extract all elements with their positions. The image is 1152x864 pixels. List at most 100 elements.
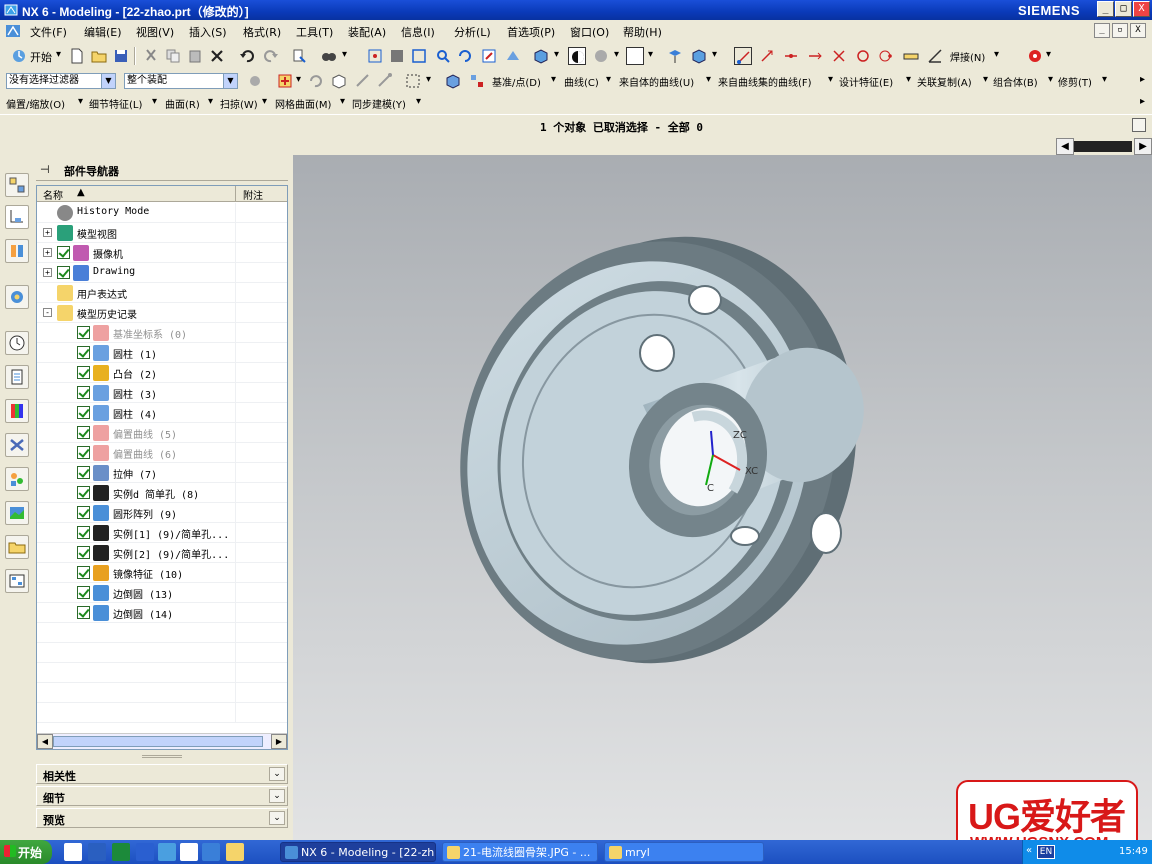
tree-node[interactable]: 偏置曲线 (6) [37,443,287,463]
nx-menu-icon[interactable] [4,23,22,39]
tree-node[interactable]: + 摄像机 [37,243,287,263]
snap-dropdown-icon[interactable]: ▾ [296,74,301,85]
tree-node[interactable]: - 模型历史记录 [37,303,287,323]
palette-icon[interactable] [5,399,29,423]
browser-quicklaunch-icon[interactable] [158,843,176,861]
menu-surface[interactable]: 曲面(R) [165,96,200,111]
menu-insert[interactable]: 插入(S) [189,24,227,40]
chevron-down-icon[interactable]: ▾ [78,96,83,107]
menu-view[interactable]: 视图(V) [136,24,174,40]
tree-node[interactable]: 圆柱 (1) [37,343,287,363]
menu-information[interactable]: 信息(I) [401,24,435,40]
tree-node[interactable]: 凸台 (2) [37,363,287,383]
toolbar-scroller[interactable]: ◀ ▶ [1054,138,1152,155]
tree-node[interactable]: 边倒圆 (14) [37,603,287,623]
web-browser-icon[interactable] [5,285,29,309]
part-navigator-icon[interactable] [5,205,29,229]
menu-design-feature[interactable]: 设计特征(E) [839,74,893,89]
chevron-down-icon[interactable]: ⌄ [269,789,285,803]
menu-assemblies[interactable]: 装配(A) [348,24,386,40]
pan-icon[interactable] [480,47,498,65]
scroll-left-icon[interactable]: ◀ [37,734,53,749]
undo-select-icon[interactable] [306,72,324,90]
nx-quicklaunch-icon[interactable] [202,843,220,861]
expand-icon[interactable]: + [43,248,52,257]
save-icon[interactable] [112,47,130,65]
zoom-window-icon[interactable] [388,47,406,65]
close-button[interactable]: X [1133,1,1150,17]
menu-sweep[interactable]: 扫掠(W) [220,96,258,111]
pin-icon[interactable]: ⊣ [40,163,50,176]
tree-node[interactable]: 边倒圆 (13) [37,583,287,603]
chevron-down-icon[interactable]: ▾ [551,74,556,85]
menu-curve-from-body[interactable]: 来自体的曲线(U) [619,74,694,89]
word-quicklaunch-icon[interactable] [136,843,154,861]
graphics-window[interactable]: ZC XC C [293,155,1152,840]
rotate-icon[interactable] [456,47,474,65]
tree-node[interactable]: 镜像特征 (10) [37,563,287,583]
tree-node[interactable]: 圆形阵列 (9) [37,503,287,523]
weld-menu-button[interactable]: 焊接(N) [950,49,985,64]
flange-model[interactable] [407,187,911,712]
shade-dropdown-icon[interactable]: ▾ [614,49,619,60]
type-filter-select[interactable]: 没有选择过滤器 ▼ [6,73,116,89]
background-icon[interactable] [568,47,586,65]
dependencies-panel[interactable]: 相关性 ⌄ [36,764,288,784]
menu-edit[interactable]: 编辑(E) [84,24,122,40]
menu-preferences[interactable]: 首选项(P) [507,24,555,40]
fit-view-icon[interactable] [366,47,384,65]
menu-help[interactable]: 帮助(H) [623,24,662,40]
taskbar-task-folder[interactable]: mryl [604,842,764,862]
rendering-dropdown-icon[interactable]: ▾ [554,49,559,60]
chevron-down-icon[interactable]: ▼ [101,74,115,88]
chevron-down-icon[interactable]: ⌄ [269,767,285,781]
visibility-checkbox[interactable] [77,386,90,399]
tool-quicklaunch-icon[interactable] [226,843,244,861]
feature-group-icon[interactable] [468,72,486,90]
app-quicklaunch-icon[interactable] [88,843,106,861]
copy-icon[interactable] [164,47,182,65]
color-dropdown-icon[interactable]: ▾ [648,49,653,60]
system-materials-icon[interactable] [5,501,29,525]
column-divider[interactable] [235,186,236,202]
shade-icon[interactable] [592,47,610,65]
select-edge-icon[interactable] [354,72,372,90]
tree-node[interactable]: 实例[1] (9)/简单孔... [37,523,287,543]
menu-tools[interactable]: 工具(T) [296,24,333,40]
snap-control-icon[interactable] [806,47,824,65]
scroll-right-icon[interactable]: ▶ [271,734,287,749]
scroll-right-icon[interactable]: ▶ [1134,138,1152,155]
details-panel[interactable]: 细节 ⌄ [36,786,288,806]
assembly-navigator-icon[interactable] [5,173,29,197]
chevron-down-icon[interactable]: ▾ [1102,74,1107,85]
minimize-button[interactable]: _ [1097,1,1114,17]
visibility-checkbox[interactable] [77,466,90,479]
menu-curve[interactable]: 曲线(C) [564,74,599,89]
part-model-view[interactable]: ZC XC C [293,155,1152,840]
menu-mesh-surface[interactable]: 网格曲面(M) [275,96,331,111]
column-note-header[interactable]: 附注 [243,187,263,202]
magnify-icon[interactable] [434,47,452,65]
redo-icon[interactable] [262,47,280,65]
selection-scope-select[interactable]: 整个装配 ▼ [124,73,238,89]
datum-icon[interactable] [444,72,462,90]
help-wheel-icon[interactable] [1026,47,1044,65]
tree-node[interactable]: 圆柱 (3) [37,383,287,403]
ie-quicklaunch-icon[interactable] [64,843,82,861]
scroll-left-icon[interactable]: ◀ [1056,138,1074,155]
rectangle-select-icon[interactable] [404,72,422,90]
sort-ascending-icon[interactable]: ▲ [77,187,85,198]
delete-icon[interactable] [208,47,226,65]
collapse-icon[interactable]: - [43,308,52,317]
preview-panel[interactable]: 预览 ⌄ [36,808,288,828]
chevron-down-icon[interactable]: ▼ [223,74,237,88]
chevron-down-icon[interactable]: ▾ [208,96,213,107]
tree-node[interactable]: + Drawing [37,263,287,283]
open-folder-icon[interactable] [90,47,108,65]
start-icon[interactable] [10,47,28,65]
select-body-icon[interactable] [330,72,348,90]
document-quicklaunch-icon[interactable] [180,843,198,861]
tree-node[interactable]: History Mode [37,203,287,223]
splitter-grip[interactable] [142,755,182,758]
visibility-checkbox[interactable] [77,446,90,459]
